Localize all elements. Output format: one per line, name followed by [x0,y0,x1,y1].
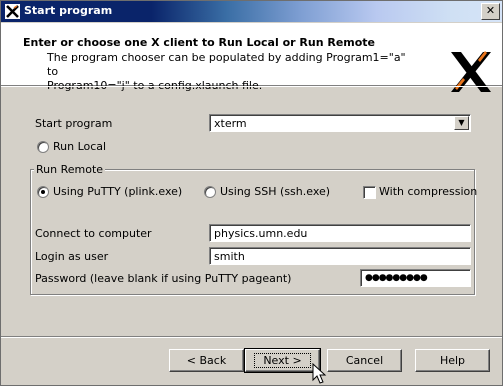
run-remote-label: Run Remote [34,163,106,176]
back-button[interactable]: < Back [169,349,244,372]
compression-checkbox[interactable] [363,186,376,199]
start-program-combobox[interactable]: xterm ▼ [209,114,471,132]
mouse-pointer-icon [312,363,327,384]
login-input[interactable]: smith [209,247,471,265]
close-button[interactable]: ✕ [481,3,500,20]
ssh-radio[interactable] [204,186,216,198]
login-label: Login as user [35,250,109,263]
dialog-window: Start program ✕ Enter or choose one X cl… [0,0,503,386]
start-program-label: Start program [35,117,113,130]
password-label: Password (leave blank if using PuTTY pag… [35,272,292,285]
wizard-header: Enter or choose one X client to Run Loca… [1,23,502,92]
header-divider [1,86,502,87]
header-title: Enter or choose one X client to Run Loca… [23,36,376,49]
window-title: Start program [24,4,113,17]
next-button-label: Next > [254,353,311,368]
cancel-button-label: Cancel [345,354,384,367]
x-logo-icon [451,51,491,92]
password-input[interactable]: ●●●●●●●●● [360,269,471,287]
next-button[interactable]: Next > [244,348,321,373]
run-local-radio[interactable] [37,141,49,153]
putty-radio[interactable] [37,186,49,198]
cancel-button[interactable]: Cancel [327,349,402,372]
title-bar[interactable]: Start program ✕ [1,1,502,22]
x-app-icon [5,4,20,19]
connect-label: Connect to computer [35,227,152,240]
help-button-label: Help [439,354,466,367]
run-local-label[interactable]: Run Local [53,140,106,153]
ssh-label[interactable]: Using SSH (ssh.exe) [220,185,330,198]
compression-label[interactable]: With compression [379,185,477,198]
footer-divider [1,336,502,338]
header-description-line1: The program chooser can be populated by … [47,51,406,78]
back-button-label: < Back [186,354,227,367]
chevron-down-icon[interactable]: ▼ [454,116,469,130]
putty-label[interactable]: Using PuTTY (plink.exe) [53,185,182,198]
help-button[interactable]: Help [415,349,490,372]
connect-input[interactable]: physics.umn.edu [209,224,471,242]
start-program-value: xterm [214,117,247,130]
